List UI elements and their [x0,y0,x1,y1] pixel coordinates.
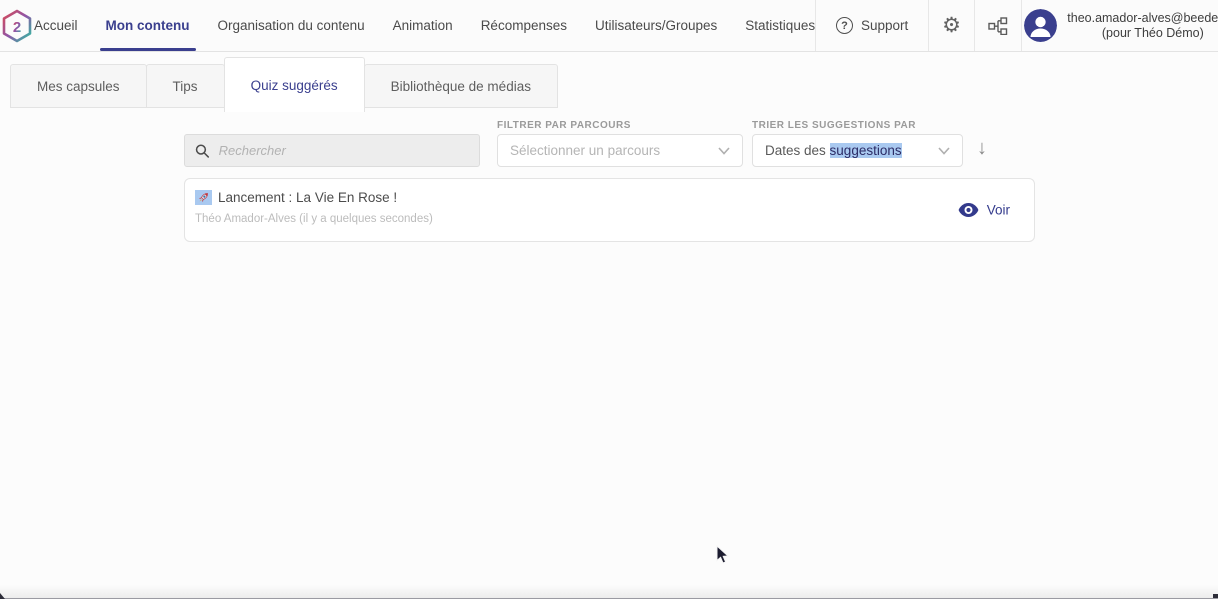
top-navigation-bar: 2 Accueil Mon contenu Organisation du co… [0,0,1218,52]
topbar-right-cluster: ? Support ⚙ theo.amador-alves@beede (pou… [815,0,1218,51]
beedeez-logo[interactable]: 2 [0,0,34,51]
main-nav: Accueil Mon contenu Organisation du cont… [34,0,815,51]
sitemap-icon [988,16,1008,35]
tab-tips[interactable]: Tips [145,64,225,108]
search-icon [195,143,210,158]
app-window: 2 Accueil Mon contenu Organisation du co… [0,0,1218,613]
help-icon: ? [835,17,853,34]
search-box [184,134,480,167]
account-email: theo.amador-alves@beedeez.. [1067,10,1218,25]
rocket-emoji [195,190,212,205]
gear-icon: ⚙ [942,14,961,37]
beedeez-logo-icon: 2 [2,9,32,42]
course-filter-select[interactable]: Sélectionner un parcours [497,134,743,167]
sort-direction-arrow[interactable]: ↓ [977,137,987,160]
suggestion-title-row: Lancement : La Vie En Rose ! [195,190,1018,205]
nav-item-recompenses[interactable]: Récompenses [481,0,567,51]
selected-text: suggestions [829,143,902,158]
sort-select[interactable]: Dates des suggestions [752,134,963,167]
user-icon [1024,9,1058,42]
account-menu[interactable]: theo.amador-alves@beedeez.. (pour Théo D… [1021,0,1218,51]
support-label: Support [860,18,909,33]
nav-item-accueil[interactable]: Accueil [34,0,78,51]
tab-mes-capsules[interactable]: Mes capsules [10,64,147,108]
view-button-label: Voir [986,202,1010,218]
filter-by-course-label: FILTRER PAR PARCOURS [497,120,631,131]
mouse-cursor [716,545,730,564]
chevron-down-icon [718,146,730,155]
progress-playhead [0,593,5,599]
course-filter-value: Sélectionner un parcours [510,143,661,158]
strip-gradient [0,585,1218,598]
suggestion-title: Lancement : La Vie En Rose ! [218,190,398,205]
tab-quiz-suggeres[interactable]: Quiz suggérés [223,57,365,112]
view-button[interactable]: Voir [958,203,1010,218]
nav-item-statistiques[interactable]: Statistiques [745,0,815,51]
avatar [1024,9,1058,42]
settings-button[interactable]: ⚙ [928,0,974,51]
rocket-icon [198,193,208,203]
chevron-down-icon [938,146,950,155]
svg-text:2: 2 [13,19,21,36]
nav-item-animation[interactable]: Animation [393,0,453,51]
account-context: (pour Théo Démo) [1101,25,1204,40]
sort-value: Dates des suggestions [765,143,902,158]
tab-bibliotheque-de-medias[interactable]: Bibliothèque de médias [363,64,558,108]
nav-item-organisation-du-contenu[interactable]: Organisation du contenu [218,0,365,51]
progress-end-tick [1213,594,1218,598]
suggestion-card[interactable]: Lancement : La Vie En Rose ! Théo Amador… [184,178,1035,242]
nav-item-utilisateurs-groupes[interactable]: Utilisateurs/Groupes [595,0,717,51]
account-identity: theo.amador-alves@beedeez.. (pour Théo D… [1067,11,1218,41]
search-input[interactable] [218,143,469,158]
strip-footer [0,599,1218,613]
nav-item-mon-contenu[interactable]: Mon contenu [99,0,196,51]
eye-icon [958,203,979,217]
suggestion-meta: Théo Amador-Alves (il y a quelques secon… [195,213,433,225]
recording-progress-strip [0,585,1218,613]
hierarchy-button[interactable] [974,0,1021,51]
content-tabs: Mes capsules Tips Quiz suggérés Biblioth… [0,52,1218,112]
support-button[interactable]: ? Support [815,0,928,51]
sort-suggestions-label: TRIER LES SUGGESTIONS PAR [752,120,916,131]
